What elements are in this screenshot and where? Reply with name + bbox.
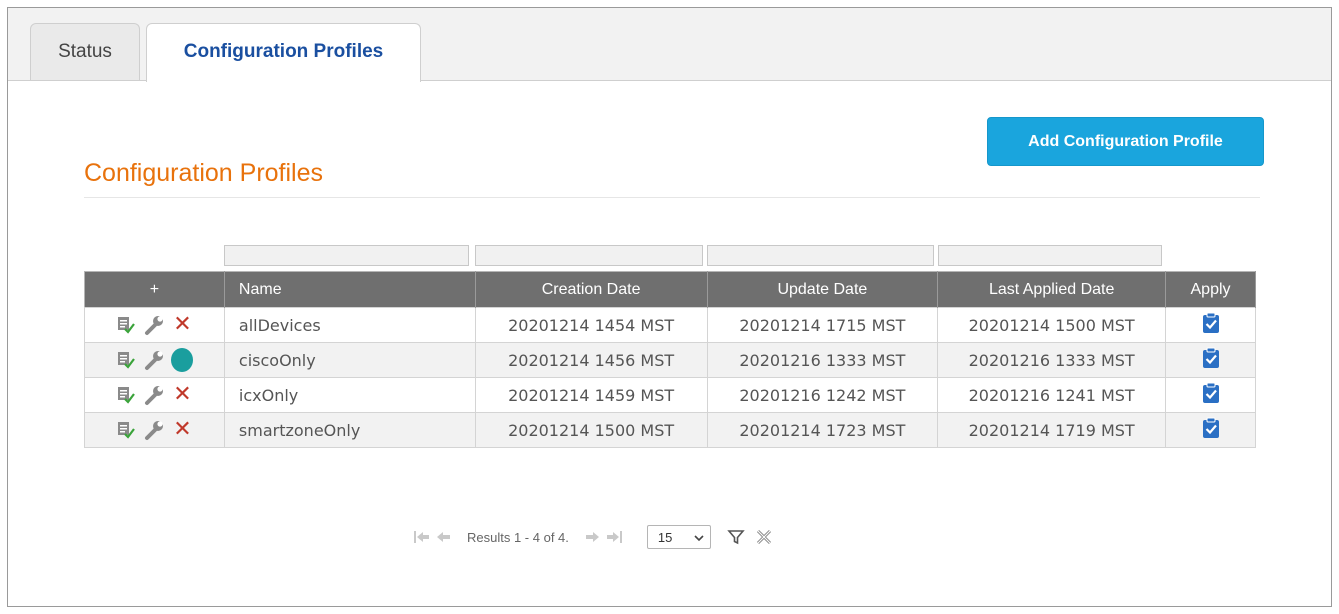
apply-cell bbox=[1165, 342, 1256, 378]
last-page-icon[interactable] bbox=[605, 528, 623, 546]
apply-clipboard-icon[interactable] bbox=[1201, 347, 1221, 373]
last-applied-date-cell: 20201214 1500 MST bbox=[937, 307, 1167, 343]
edit-icon[interactable] bbox=[115, 419, 137, 441]
name-filter-input[interactable] bbox=[224, 245, 469, 266]
update-date-column-header[interactable]: Update Date bbox=[707, 271, 939, 308]
creation-date-cell: 20201214 1500 MST bbox=[474, 412, 708, 448]
creation-date-cell: 20201214 1456 MST bbox=[474, 342, 708, 378]
update-date-cell: 20201214 1723 MST bbox=[706, 412, 939, 448]
edit-icon[interactable] bbox=[115, 314, 137, 336]
status-dot-icon[interactable] bbox=[171, 348, 194, 372]
table-row: ✕ allDevices 20201214 1454 MST 20201214 171… bbox=[84, 307, 1256, 343]
row-actions-cell: ✕ bbox=[84, 412, 225, 448]
profile-name-cell: smartzoneOnly bbox=[223, 412, 476, 448]
tab-bar: Status Configuration Profiles bbox=[8, 8, 1331, 82]
delete-x-icon[interactable]: ✕ bbox=[171, 314, 193, 336]
apply-clipboard-icon[interactable] bbox=[1201, 417, 1221, 443]
profile-name-cell: icxOnly bbox=[223, 377, 476, 413]
last-applied-date-column-header[interactable]: Last Applied Date bbox=[937, 271, 1167, 308]
update-date-cell: 20201216 1242 MST bbox=[706, 377, 939, 413]
profile-name-cell: allDevices bbox=[223, 307, 476, 343]
creation-date-cell: 20201214 1454 MST bbox=[474, 307, 708, 343]
creation-date-filter-input[interactable] bbox=[475, 245, 703, 266]
last-applied-date-filter-input[interactable] bbox=[938, 245, 1162, 266]
filter-icon[interactable] bbox=[727, 528, 745, 546]
wrench-icon[interactable] bbox=[143, 349, 165, 371]
last-applied-date-cell: 20201216 1241 MST bbox=[937, 377, 1167, 413]
section-title: Configuration Profiles bbox=[84, 159, 324, 187]
apply-column-header: Apply bbox=[1165, 271, 1256, 308]
results-count: Results 1 - 4 of 4. bbox=[467, 529, 569, 545]
profile-name-cell: ciscoOnly bbox=[223, 342, 476, 378]
update-date-cell: 20201216 1333 MST bbox=[706, 342, 939, 378]
clear-filter-icon[interactable] bbox=[755, 528, 773, 546]
name-column-header[interactable]: Name bbox=[224, 271, 476, 308]
table-row: ✕ icxOnly 20201214 1459 MST 20201216 1242 M… bbox=[84, 377, 1256, 413]
page-size-value: 15 bbox=[657, 529, 673, 545]
delete-x-icon[interactable]: ✕ bbox=[171, 419, 193, 441]
delete-x-icon[interactable]: ✕ bbox=[171, 384, 193, 406]
apply-clipboard-icon[interactable] bbox=[1201, 312, 1221, 338]
tab-status[interactable]: Status bbox=[30, 23, 140, 80]
apply-cell bbox=[1165, 377, 1256, 413]
apply-clipboard-icon[interactable] bbox=[1201, 382, 1221, 408]
edit-icon[interactable] bbox=[115, 384, 137, 406]
table-row: ✕ smartzoneOnly 20201214 1500 MST 20201214 … bbox=[84, 412, 1256, 448]
last-applied-date-cell: 20201216 1333 MST bbox=[937, 342, 1167, 378]
last-applied-date-cell: 20201214 1719 MST bbox=[937, 412, 1167, 448]
wrench-icon[interactable] bbox=[143, 314, 165, 336]
creation-date-cell: 20201214 1459 MST bbox=[474, 377, 708, 413]
tab-configuration-profiles[interactable]: Configuration Profiles bbox=[146, 23, 421, 82]
previous-page-icon[interactable] bbox=[435, 528, 453, 546]
table-header-row: + Name Creation Date Update Date Last Ap… bbox=[84, 271, 1256, 308]
next-page-icon[interactable] bbox=[583, 528, 601, 546]
row-actions-cell bbox=[84, 342, 225, 378]
apply-cell bbox=[1165, 412, 1256, 448]
add-configuration-profile-button[interactable]: Add Configuration Profile bbox=[987, 117, 1264, 166]
wrench-icon[interactable] bbox=[143, 384, 165, 406]
row-actions-cell: ✕ bbox=[84, 307, 225, 343]
update-date-filter-input[interactable] bbox=[707, 245, 934, 266]
page-size-select[interactable]: 15 bbox=[646, 525, 711, 549]
update-date-cell: 20201214 1715 MST bbox=[706, 307, 939, 343]
wrench-icon[interactable] bbox=[143, 419, 165, 441]
chevron-down-icon bbox=[694, 530, 704, 545]
apply-cell bbox=[1165, 307, 1256, 343]
table-row: ciscoOnly 20201214 1456 MST 20201216 1333 … bbox=[84, 342, 1256, 378]
first-page-icon[interactable] bbox=[413, 528, 431, 546]
profiles-table: + Name Creation Date Update Date Last Ap… bbox=[84, 271, 1256, 448]
creation-date-column-header[interactable]: Creation Date bbox=[475, 271, 708, 308]
title-divider bbox=[84, 197, 1260, 198]
edit-icon[interactable] bbox=[115, 349, 137, 371]
pagination-bar: Results 1 - 4 of 4. 15 bbox=[413, 523, 773, 551]
add-row-header-button[interactable]: + bbox=[84, 271, 225, 308]
row-actions-cell: ✕ bbox=[84, 377, 225, 413]
